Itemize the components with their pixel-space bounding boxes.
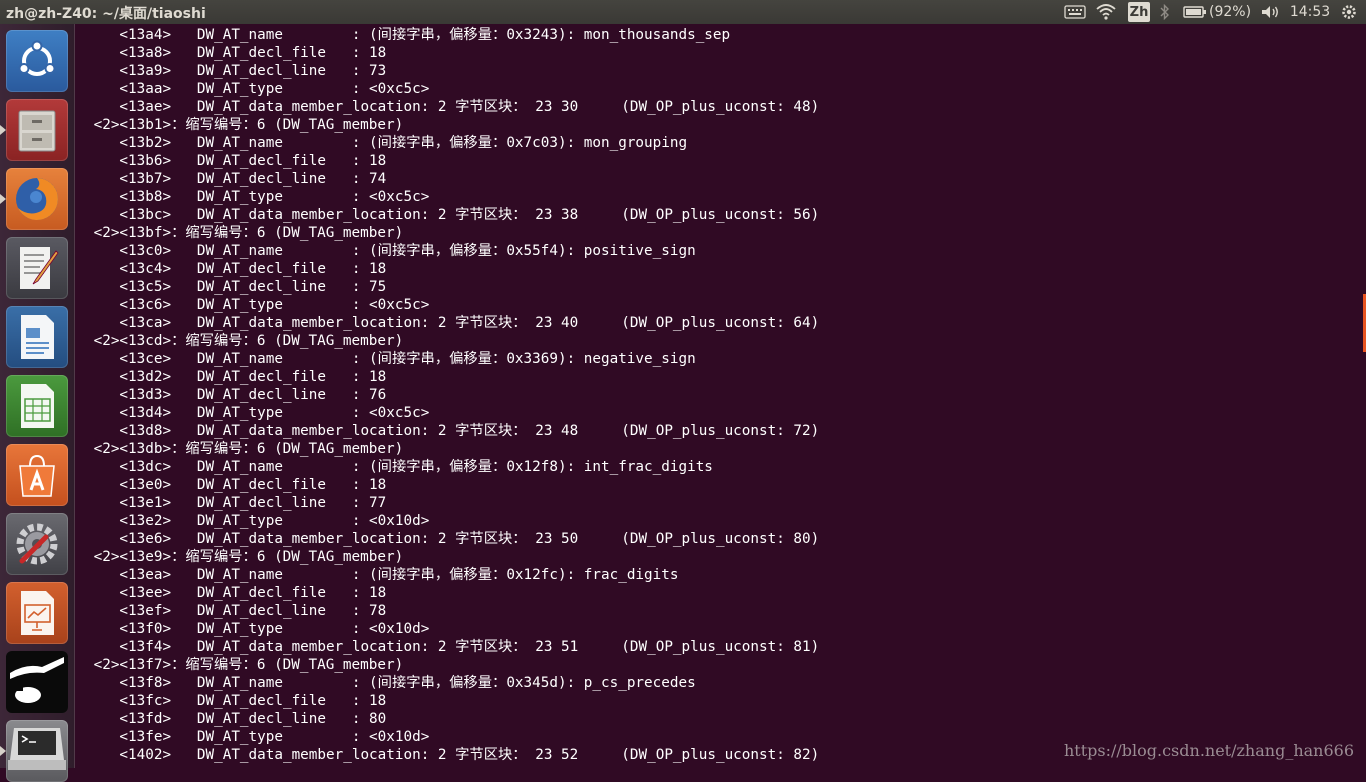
battery-icon[interactable] bbox=[1182, 0, 1208, 24]
launcher-item-impress[interactable] bbox=[6, 582, 68, 644]
terminal-line: <13aa> DW_AT_type : <0xc5c> bbox=[85, 81, 430, 97]
file-cabinet-icon bbox=[18, 110, 56, 152]
terminal-line: <2><13b1>：缩写编号：6 (DW_TAG_member) bbox=[85, 117, 404, 133]
terminal-line: <13b8> DW_AT_type : <0xc5c> bbox=[85, 189, 430, 205]
terminal-line: <2><13f7>：缩写编号：6 (DW_TAG_member) bbox=[85, 657, 404, 673]
terminal-line: <13e6> DW_AT_data_member_location: 2 字节区… bbox=[85, 531, 820, 547]
launcher-item-terminal[interactable] bbox=[6, 720, 68, 782]
keyboard-icon[interactable] bbox=[1063, 0, 1087, 24]
calc-icon bbox=[21, 384, 54, 428]
window-title: zh@zh-Z40: ~/桌面/tiaoshi bbox=[6, 6, 206, 22]
ubuntu-logo-icon bbox=[18, 40, 56, 76]
terminal-line: <13d2> DW_AT_decl_file : 18 bbox=[85, 369, 387, 385]
terminal-line: <13ef> DW_AT_decl_line : 78 bbox=[85, 603, 387, 619]
terminal-line: <13ca> DW_AT_data_member_location: 2 字节区… bbox=[85, 315, 820, 331]
terminal-line: <13ae> DW_AT_data_member_location: 2 字节区… bbox=[85, 99, 820, 115]
terminal-line: <13d3> DW_AT_decl_line : 76 bbox=[85, 387, 387, 403]
terminal-line: <13a4> DW_AT_name : (间接字串，偏移量：0x3243): m… bbox=[85, 27, 731, 43]
settings-icon bbox=[16, 523, 58, 565]
clock[interactable]: 14:53 bbox=[1290, 0, 1330, 24]
firefox-icon bbox=[16, 178, 58, 220]
terminal-line: <13d4> DW_AT_type : <0xc5c> bbox=[85, 405, 430, 421]
terminal-output: <13a4> DW_AT_name : (间接字串，偏移量：0x3243): m… bbox=[85, 26, 820, 764]
terminal-line: <13fc> DW_AT_decl_file : 18 bbox=[85, 693, 387, 709]
launcher-item-text-editor[interactable] bbox=[6, 237, 68, 299]
bluetooth-icon[interactable] bbox=[1156, 0, 1174, 24]
wifi-icon[interactable] bbox=[1094, 0, 1118, 24]
terminal-line: <13c5> DW_AT_decl_line : 75 bbox=[85, 279, 387, 295]
text-editor-icon bbox=[20, 247, 59, 289]
terminal-line: <13a8> DW_AT_decl_file : 18 bbox=[85, 45, 387, 61]
terminal-line: <13a9> DW_AT_decl_line : 73 bbox=[85, 63, 387, 79]
image-viewer-icon bbox=[6, 651, 68, 713]
writer-icon bbox=[21, 315, 54, 359]
launcher-item-image-viewer[interactable] bbox=[6, 651, 68, 713]
volume-icon[interactable] bbox=[1259, 0, 1281, 24]
terminal-line: <2><13bf>：缩写编号：6 (DW_TAG_member) bbox=[85, 225, 404, 241]
top-panel: zh@zh-Z40: ~/桌面/tiaoshi Zh (92%) 14:53 bbox=[0, 0, 1366, 24]
input-method-indicator[interactable]: Zh bbox=[1128, 2, 1150, 22]
launcher-item-files[interactable] bbox=[6, 99, 68, 161]
terminal-line: <13f4> DW_AT_data_member_location: 2 字节区… bbox=[85, 639, 820, 655]
terminal-line: <13b6> DW_AT_decl_file : 18 bbox=[85, 153, 387, 169]
launcher bbox=[0, 24, 75, 782]
terminal-line: <13b7> DW_AT_decl_line : 74 bbox=[85, 171, 387, 187]
terminal-line: <13c6> DW_AT_type : <0xc5c> bbox=[85, 297, 430, 313]
terminal-line: <2><13cd>：缩写编号：6 (DW_TAG_member) bbox=[85, 333, 404, 349]
terminal-line: <13ce> DW_AT_name : (间接字串，偏移量：0x3369): n… bbox=[85, 351, 696, 367]
impress-icon bbox=[21, 591, 54, 635]
launcher-item-firefox[interactable] bbox=[6, 168, 68, 230]
terminal-line: <13dc> DW_AT_name : (间接字串，偏移量：0x12f8): i… bbox=[85, 459, 713, 475]
terminal-line: <13e0> DW_AT_decl_file : 18 bbox=[85, 477, 387, 493]
terminal-line: <2><13e9>：缩写编号：6 (DW_TAG_member) bbox=[85, 549, 404, 565]
terminal-line: <13e2> DW_AT_type : <0x10d> bbox=[85, 513, 430, 529]
terminal-line: <13f0> DW_AT_type : <0x10d> bbox=[85, 621, 430, 637]
launcher-item-software-center[interactable] bbox=[6, 444, 68, 506]
terminal-window[interactable]: <13a4> DW_AT_name : (间接字串，偏移量：0x3243): m… bbox=[75, 24, 1366, 768]
launcher-item-calc[interactable] bbox=[6, 375, 68, 437]
launcher-item-system-settings[interactable] bbox=[6, 513, 68, 575]
launcher-item-dash[interactable] bbox=[6, 30, 68, 92]
terminal-line: <13fd> DW_AT_decl_line : 80 bbox=[85, 711, 387, 727]
software-center-icon bbox=[19, 454, 55, 497]
battery-percentage: (92%) bbox=[1208, 4, 1252, 20]
launcher-item-writer[interactable] bbox=[6, 306, 68, 368]
terminal-line: <13f8> DW_AT_name : (间接字串，偏移量：0x345d): p… bbox=[85, 675, 696, 691]
terminal-line: <13bc> DW_AT_data_member_location: 2 字节区… bbox=[85, 207, 820, 223]
terminal-icon bbox=[8, 728, 66, 770]
terminal-line: <13d8> DW_AT_data_member_location: 2 字节区… bbox=[85, 423, 820, 439]
terminal-line: <13c0> DW_AT_name : (间接字串，偏移量：0x55f4): p… bbox=[85, 243, 696, 259]
terminal-line: <13e1> DW_AT_decl_line : 77 bbox=[85, 495, 387, 511]
terminal-line: <2><13db>：缩写编号：6 (DW_TAG_member) bbox=[85, 441, 404, 457]
terminal-line: <13fe> DW_AT_type : <0x10d> bbox=[85, 729, 430, 745]
terminal-line: <13c4> DW_AT_decl_file : 18 bbox=[85, 261, 387, 277]
gear-icon[interactable] bbox=[1338, 0, 1360, 24]
terminal-line: <13b2> DW_AT_name : (间接字串，偏移量：0x7c03): m… bbox=[85, 135, 688, 151]
terminal-line: <1402> DW_AT_data_member_location: 2 字节区… bbox=[85, 747, 820, 763]
watermark: https://blog.csdn.net/zhang_han666 bbox=[1063, 741, 1354, 760]
terminal-line: <13ea> DW_AT_name : (间接字串，偏移量：0x12fc): f… bbox=[85, 567, 679, 583]
terminal-line: <13ee> DW_AT_decl_file : 18 bbox=[85, 585, 387, 601]
